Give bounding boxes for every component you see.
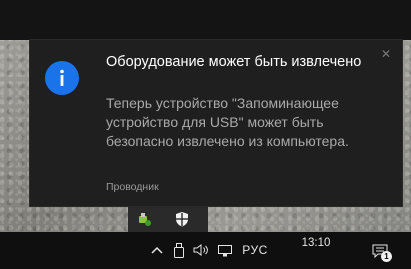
action-center-icon[interactable]: 1 bbox=[372, 243, 392, 262]
taskbar: РУС 13:10 1 bbox=[0, 232, 411, 269]
usb-safely-remove-icon[interactable] bbox=[136, 211, 152, 227]
toast-source-app: Проводник bbox=[106, 181, 159, 193]
notification-toast[interactable]: ✕ Оборудование может быть извлечено Тепе… bbox=[30, 40, 402, 206]
volume-icon[interactable] bbox=[192, 243, 210, 257]
usb-drive-icon[interactable] bbox=[172, 242, 186, 258]
clock-time[interactable]: 13:10 bbox=[300, 236, 332, 250]
notification-count-badge: 1 bbox=[381, 251, 392, 262]
network-icon[interactable] bbox=[216, 242, 234, 258]
info-icon bbox=[45, 61, 79, 95]
tray-overflow-flyout bbox=[128, 206, 208, 232]
windows-defender-icon[interactable] bbox=[174, 211, 190, 227]
chevron-up-icon[interactable] bbox=[150, 243, 164, 257]
close-icon[interactable]: ✕ bbox=[379, 47, 393, 61]
top-dark-region bbox=[0, 0, 411, 40]
toast-message: Теперь устройство "Запоминающее устройст… bbox=[106, 95, 349, 149]
language-indicator[interactable]: РУС bbox=[240, 242, 270, 258]
toast-title: Оборудование может быть извлечено bbox=[106, 54, 362, 70]
